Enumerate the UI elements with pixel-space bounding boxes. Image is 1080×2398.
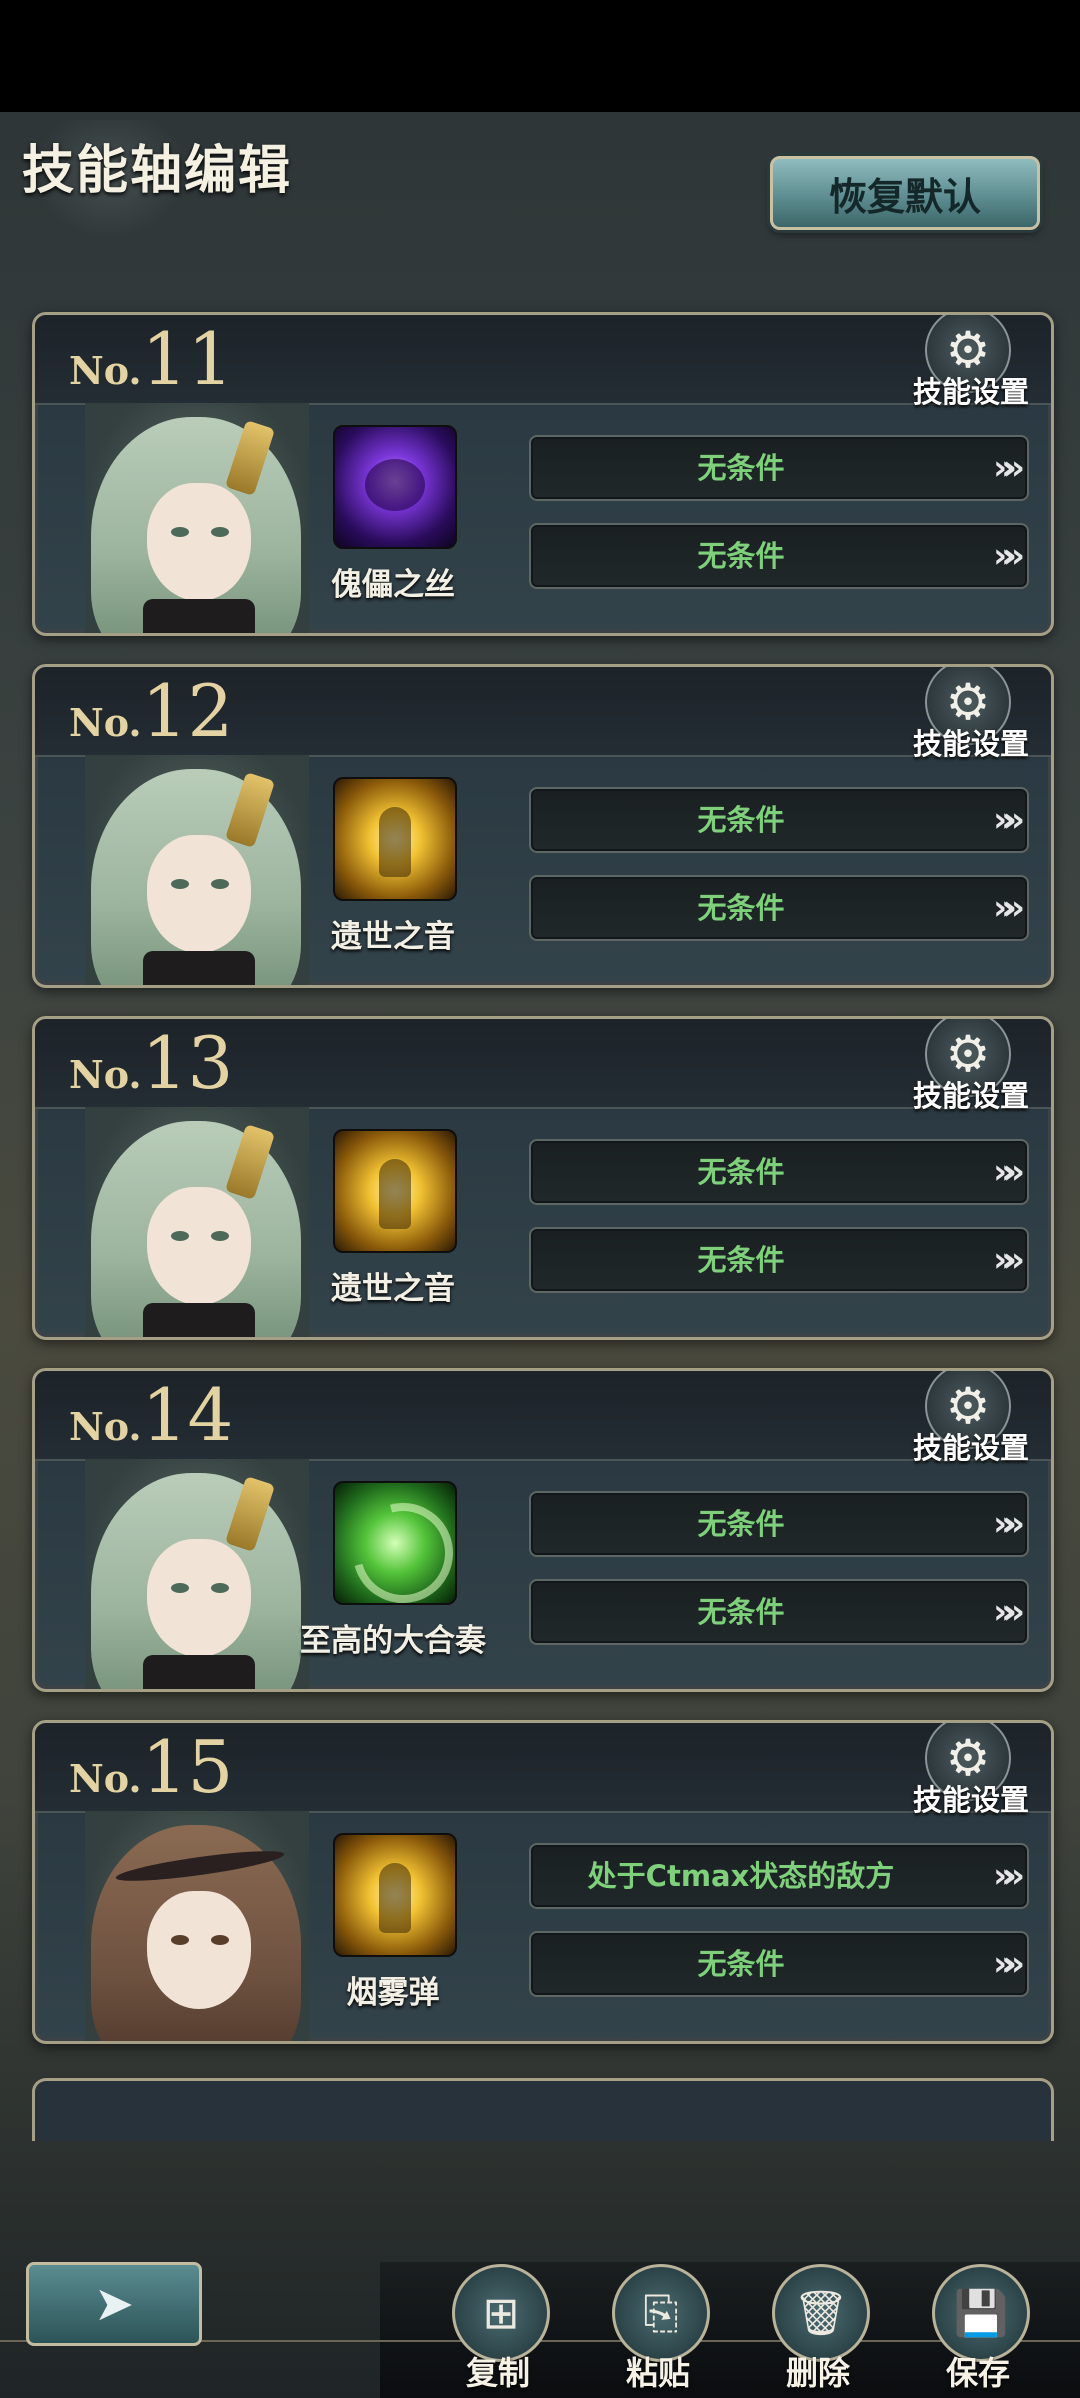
card-number: No.11 bbox=[69, 317, 234, 401]
skill-card: No.14 ⚙ 技能设置 至高的大合奏 无条件»» 无条件»» bbox=[32, 1368, 1054, 1692]
condition-slot[interactable]: 无条件»» bbox=[529, 787, 1029, 853]
paste-label: 粘贴 bbox=[625, 2354, 690, 2392]
skill-name: 至高的大合奏 bbox=[300, 1623, 486, 1659]
card-number: No.12 bbox=[69, 669, 234, 753]
chevron-right-icon: »» bbox=[993, 1856, 1025, 1896]
condition-slot[interactable]: 无条件»» bbox=[529, 1227, 1029, 1293]
golden-figure-skill-icon[interactable] bbox=[333, 777, 457, 901]
condition-slot[interactable]: 无条件»» bbox=[529, 875, 1029, 941]
skill-card: No.15 ⚙ 技能设置 烟雾弹 处于Ctmax状态的敌方»» 无条件»» bbox=[32, 1720, 1054, 2044]
golden-figure-skill-icon[interactable] bbox=[333, 1129, 457, 1253]
next-skill-card-partial bbox=[32, 2078, 1054, 2141]
delete-button[interactable]: 🗑 删除 bbox=[762, 2264, 872, 2398]
skill-name: 烟雾弹 bbox=[346, 1975, 440, 2011]
purple-skull-skill-icon[interactable] bbox=[333, 425, 457, 549]
golden-figure-skill-icon[interactable] bbox=[333, 1833, 457, 1957]
condition-slot[interactable]: 无条件»» bbox=[529, 435, 1029, 501]
chevron-right-icon: »» bbox=[993, 1592, 1025, 1632]
skill-card: No.13 ⚙ 技能设置 遗世之音 无条件»» 无条件»» bbox=[32, 1016, 1054, 1340]
chevron-right-icon: »» bbox=[993, 800, 1025, 840]
back-arrow-icon: ➤ bbox=[93, 2276, 135, 2332]
save-button[interactable]: 💾 保存 bbox=[922, 2264, 1032, 2398]
restore-default-button[interactable]: 恢复默认 bbox=[770, 156, 1040, 230]
condition-slot[interactable]: 处于Ctmax状态的敌方»» bbox=[529, 1843, 1029, 1909]
condition-slot[interactable]: 无条件»» bbox=[529, 1931, 1029, 1997]
card-number: No.15 bbox=[69, 1725, 234, 1809]
copy-button[interactable]: ⊞ 复制 bbox=[442, 2264, 552, 2398]
condition-slot[interactable]: 无条件»» bbox=[529, 1579, 1029, 1645]
chevron-right-icon: »» bbox=[993, 536, 1025, 576]
back-button[interactable]: ➤ bbox=[26, 2262, 202, 2346]
save-label: 保存 bbox=[945, 2354, 1010, 2392]
skill-settings-label[interactable]: 技能设置 bbox=[901, 1425, 1041, 1467]
skill-name: 遗世之音 bbox=[331, 1271, 455, 1307]
card-number: No.13 bbox=[69, 1021, 234, 1105]
condition-slot[interactable]: 无条件»» bbox=[529, 523, 1029, 589]
skill-settings-label[interactable]: 技能设置 bbox=[901, 1073, 1041, 1115]
chevron-right-icon: »» bbox=[993, 1240, 1025, 1280]
copy-label: 复制 bbox=[465, 2354, 530, 2392]
chevron-right-icon: »» bbox=[993, 1152, 1025, 1192]
status-bar bbox=[0, 0, 1080, 112]
green-tornado-skill-icon[interactable] bbox=[333, 1481, 457, 1605]
condition-slot[interactable]: 无条件»» bbox=[529, 1491, 1029, 1557]
skill-card: No.12 ⚙ 技能设置 遗世之音 无条件»» 无条件»» bbox=[32, 664, 1054, 988]
delete-label: 删除 bbox=[785, 2354, 850, 2392]
skill-settings-label[interactable]: 技能设置 bbox=[901, 721, 1041, 763]
condition-slot[interactable]: 无条件»» bbox=[529, 1139, 1029, 1205]
skill-card: No.11 ⚙ 技能设置 傀儡之丝 无条件»» 无条件»» bbox=[32, 312, 1054, 636]
card-number: No.14 bbox=[69, 1373, 234, 1457]
skill-name: 傀儡之丝 bbox=[331, 567, 455, 603]
chevron-right-icon: »» bbox=[993, 1944, 1025, 1984]
chevron-right-icon: »» bbox=[993, 888, 1025, 928]
skill-settings-label[interactable]: 技能设置 bbox=[901, 1777, 1041, 1819]
skill-name: 遗世之音 bbox=[331, 919, 455, 955]
chevron-right-icon: »» bbox=[993, 448, 1025, 488]
page-title: 技能轴编辑 bbox=[22, 141, 293, 201]
paste-button[interactable]: ⎘ 粘贴 bbox=[602, 2264, 712, 2398]
chevron-right-icon: »» bbox=[993, 1504, 1025, 1544]
skill-settings-label[interactable]: 技能设置 bbox=[901, 369, 1041, 411]
